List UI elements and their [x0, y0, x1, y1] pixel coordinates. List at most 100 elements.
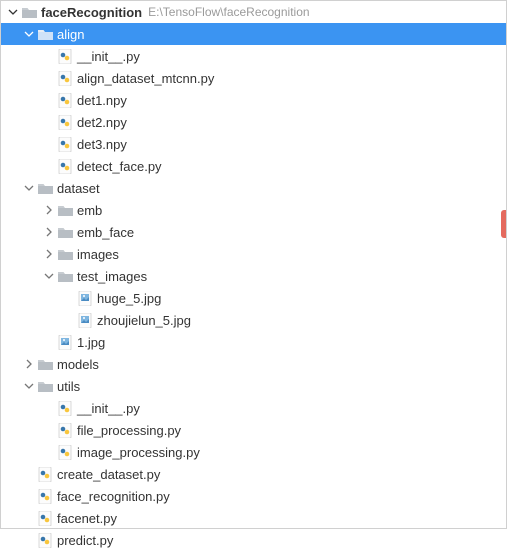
chevron-spacer — [41, 114, 57, 130]
chevron-spacer — [41, 400, 57, 416]
tree-item[interactable]: images — [1, 243, 506, 265]
image-file-icon — [57, 334, 73, 350]
chevron-spacer — [41, 70, 57, 86]
project-name: faceRecognition — [41, 5, 142, 20]
chevron-right-icon[interactable] — [41, 224, 57, 240]
tree-item-label: detect_face.py — [77, 159, 162, 174]
chevron-spacer — [41, 334, 57, 350]
tree-item[interactable]: emb_face — [1, 221, 506, 243]
tree-item-label: 1.jpg — [77, 335, 105, 350]
tree-item-label: emb_face — [77, 225, 134, 240]
python-file-icon — [37, 510, 53, 526]
folder-icon — [37, 180, 53, 196]
tree-item[interactable]: file_processing.py — [1, 419, 506, 441]
tree-item[interactable]: facenet.py — [1, 507, 506, 529]
folder-icon — [57, 246, 73, 262]
tree-item[interactable]: detect_face.py — [1, 155, 506, 177]
file-tree: align __init__.py align_dataset_mtcnn.pyde… — [1, 23, 506, 551]
image-file-icon — [77, 290, 93, 306]
tree-item[interactable]: det3.npy — [1, 133, 506, 155]
tree-item[interactable]: zhoujielun_5.jpg — [1, 309, 506, 331]
chevron-down-icon[interactable] — [21, 26, 37, 42]
tree-item-label: test_images — [77, 269, 147, 284]
tree-item-label: __init__.py — [77, 49, 140, 64]
tree-item-label: huge_5.jpg — [97, 291, 161, 306]
chevron-right-icon[interactable] — [41, 246, 57, 262]
project-path: E:\TensoFlow\faceRecognition — [148, 5, 309, 19]
python-file-icon — [57, 70, 73, 86]
python-file-icon — [57, 422, 73, 438]
tree-item[interactable]: __init__.py — [1, 397, 506, 419]
tree-item-label: align_dataset_mtcnn.py — [77, 71, 214, 86]
tree-item[interactable]: image_processing.py — [1, 441, 506, 463]
folder-icon — [37, 26, 53, 42]
python-file-icon — [57, 136, 73, 152]
tree-item-label: models — [57, 357, 99, 372]
chevron-spacer — [41, 444, 57, 460]
tree-item-label: images — [77, 247, 119, 262]
python-file-icon — [37, 466, 53, 482]
tree-item-label: image_processing.py — [77, 445, 200, 460]
tree-item-label: align — [57, 27, 84, 42]
tree-item[interactable]: 1.jpg — [1, 331, 506, 353]
python-file-icon — [57, 114, 73, 130]
tree-item[interactable]: models — [1, 353, 506, 375]
tree-item-label: det3.npy — [77, 137, 127, 152]
folder-icon — [37, 356, 53, 372]
chevron-right-icon[interactable] — [41, 202, 57, 218]
chevron-down-icon[interactable] — [21, 378, 37, 394]
tree-item[interactable]: align — [1, 23, 506, 45]
chevron-spacer — [21, 466, 37, 482]
tree-item-label: create_dataset.py — [57, 467, 160, 482]
image-file-icon — [77, 312, 93, 328]
chevron-spacer — [41, 158, 57, 174]
project-header: faceRecognition E:\TensoFlow\faceRecogni… — [1, 1, 506, 23]
chevron-spacer — [61, 290, 77, 306]
python-file-icon — [57, 444, 73, 460]
python-file-icon — [57, 400, 73, 416]
chevron-down-icon[interactable] — [5, 4, 21, 20]
chevron-spacer — [41, 422, 57, 438]
folder-icon — [57, 268, 73, 284]
python-file-icon — [57, 48, 73, 64]
tree-item[interactable]: face_recognition.py — [1, 485, 506, 507]
chevron-spacer — [21, 532, 37, 548]
tree-item[interactable]: utils — [1, 375, 506, 397]
chevron-spacer — [21, 488, 37, 504]
python-file-icon — [57, 92, 73, 108]
chevron-right-icon[interactable] — [21, 356, 37, 372]
tree-item[interactable]: create_dataset.py — [1, 463, 506, 485]
chevron-spacer — [41, 136, 57, 152]
tree-item-label: file_processing.py — [77, 423, 181, 438]
folder-icon — [57, 202, 73, 218]
chevron-spacer — [61, 312, 77, 328]
tree-item-label: facenet.py — [57, 511, 117, 526]
chevron-spacer — [21, 510, 37, 526]
tree-item-label: zhoujielun_5.jpg — [97, 313, 191, 328]
chevron-spacer — [41, 48, 57, 64]
chevron-spacer — [41, 92, 57, 108]
side-notch — [501, 210, 506, 238]
tree-item-label: emb — [77, 203, 102, 218]
tree-item[interactable]: emb — [1, 199, 506, 221]
tree-item-label: __init__.py — [77, 401, 140, 416]
python-file-icon — [37, 488, 53, 504]
chevron-down-icon[interactable] — [41, 268, 57, 284]
tree-item[interactable]: test_images — [1, 265, 506, 287]
tree-item-label: det2.npy — [77, 115, 127, 130]
tree-item[interactable]: dataset — [1, 177, 506, 199]
tree-item[interactable]: det2.npy — [1, 111, 506, 133]
tree-item-label: face_recognition.py — [57, 489, 170, 504]
tree-item-label: det1.npy — [77, 93, 127, 108]
tree-item[interactable]: predict.py — [1, 529, 506, 551]
tree-item[interactable]: align_dataset_mtcnn.py — [1, 67, 506, 89]
chevron-down-icon[interactable] — [21, 180, 37, 196]
folder-icon — [37, 378, 53, 394]
tree-item-label: utils — [57, 379, 80, 394]
folder-icon — [57, 224, 73, 240]
tree-item[interactable]: det1.npy — [1, 89, 506, 111]
tree-item[interactable]: huge_5.jpg — [1, 287, 506, 309]
python-file-icon — [57, 158, 73, 174]
tree-item-label: predict.py — [57, 533, 113, 548]
tree-item[interactable]: __init__.py — [1, 45, 506, 67]
